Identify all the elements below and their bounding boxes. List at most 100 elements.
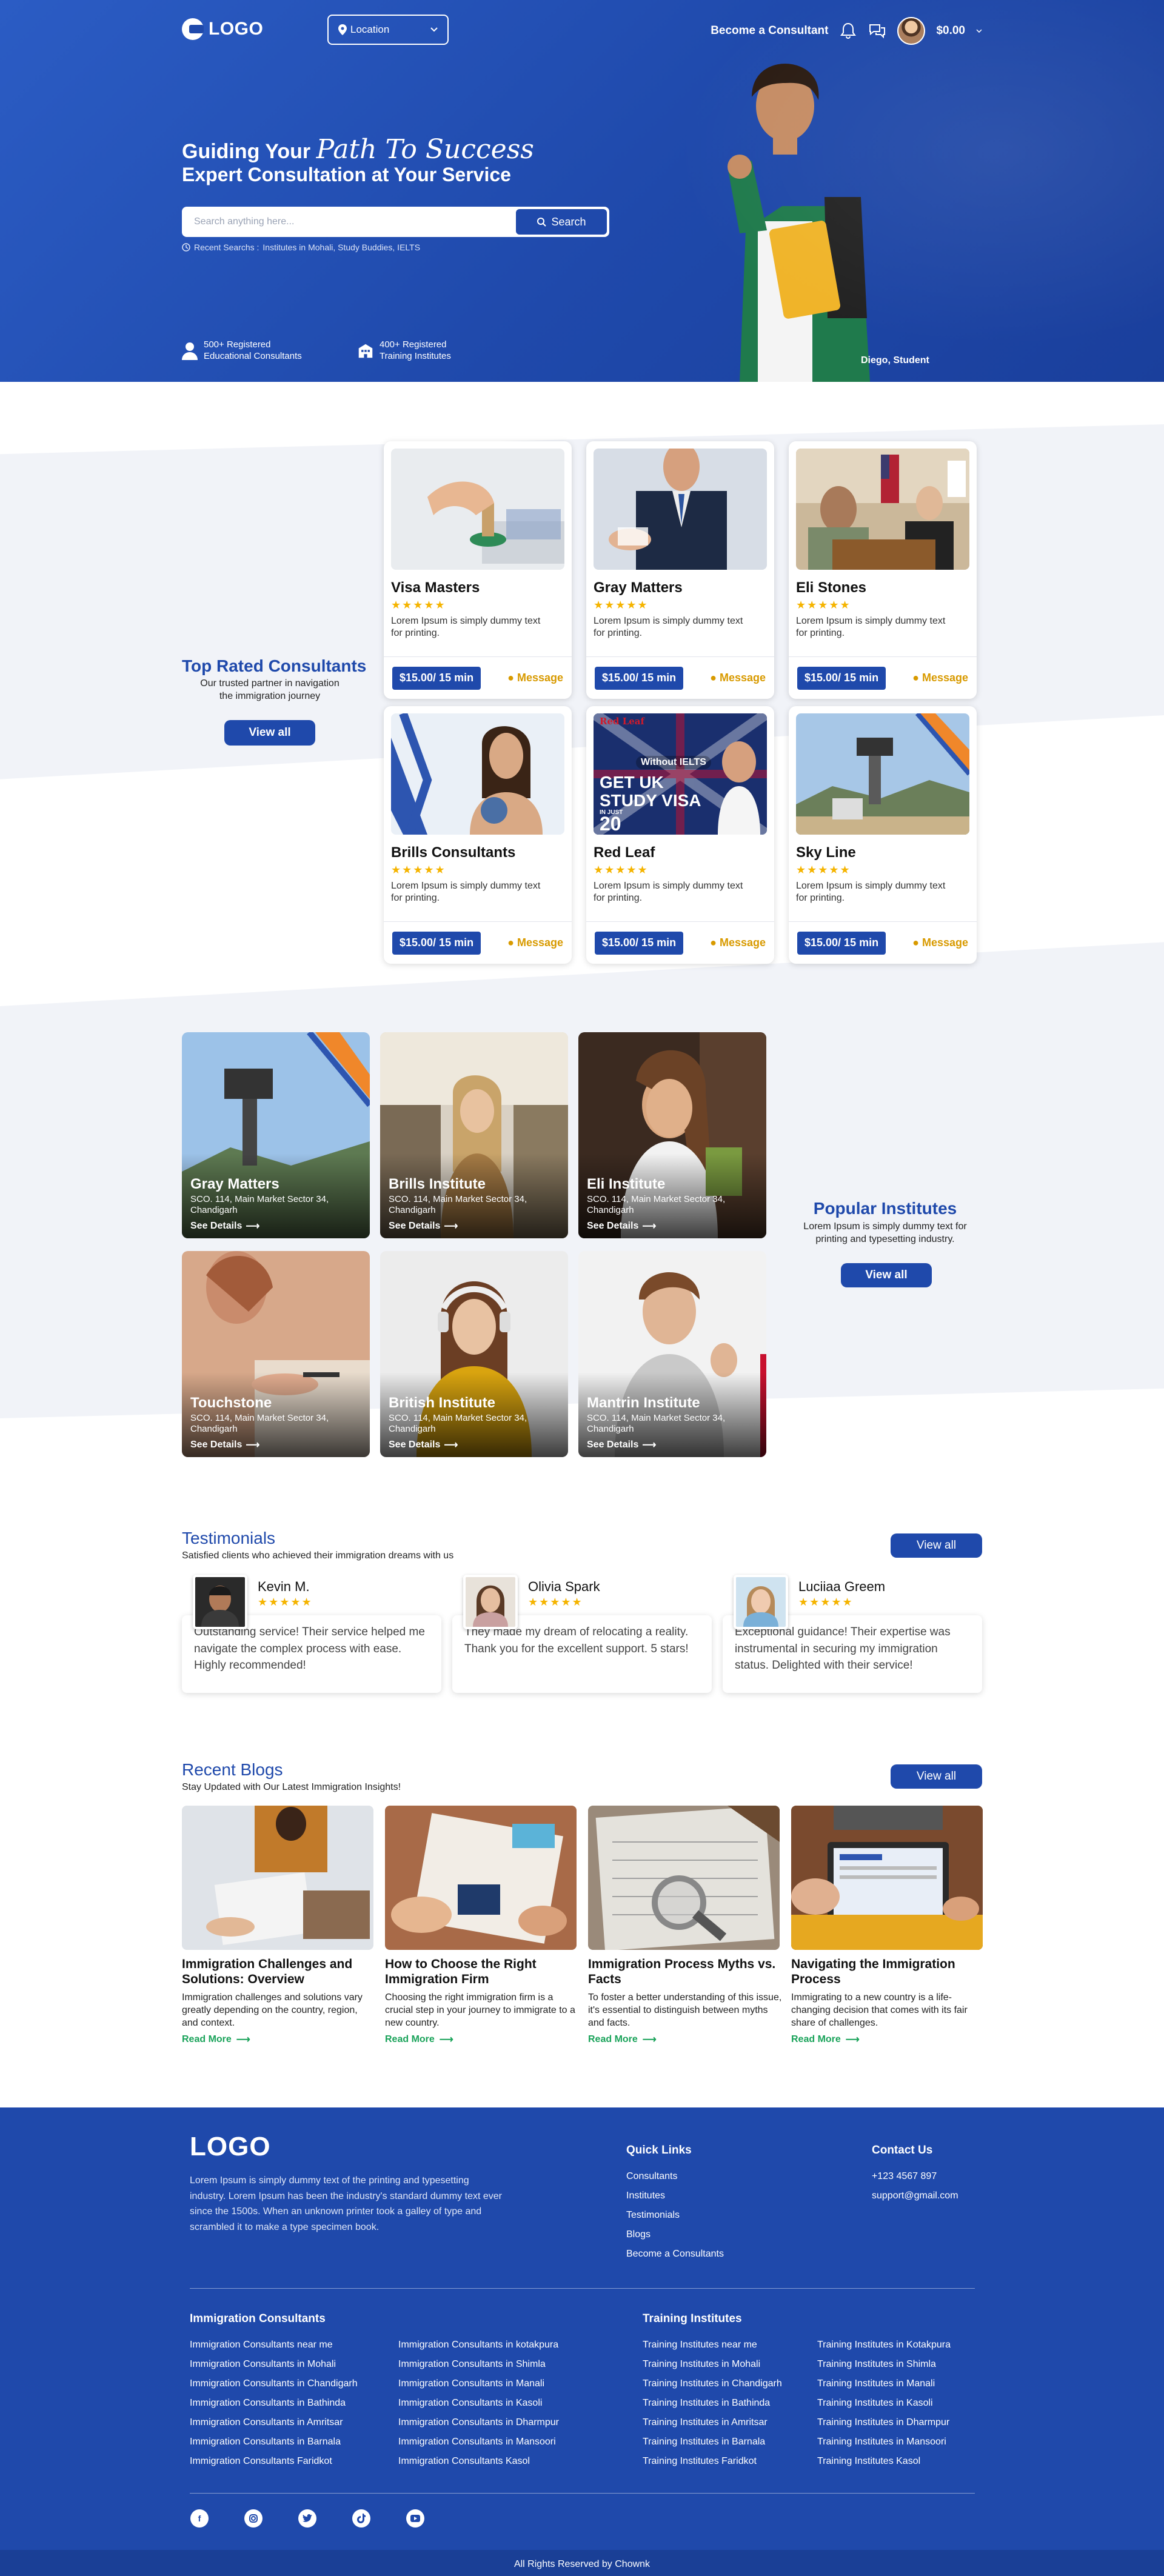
footer-link[interactable]: Immigration Consultants in Bathinda xyxy=(190,2394,358,2413)
search-button[interactable]: Search xyxy=(516,209,607,235)
bell-icon[interactable] xyxy=(839,22,857,40)
footer-link[interactable]: Training Institutes in Mohali xyxy=(643,2355,782,2374)
institute-card[interactable]: British Institute SCO. 114, Main Market … xyxy=(380,1251,568,1457)
see-details-link[interactable]: See Details ⟶ xyxy=(389,1220,558,1232)
footer-link[interactable]: Immigration Consultants in Kasoli xyxy=(398,2394,559,2413)
institute-card[interactable]: Gray Matters SCO. 114, Main Market Secto… xyxy=(182,1032,370,1238)
quick-link[interactable]: Consultants xyxy=(626,2167,724,2186)
price-button[interactable]: $15.00/ 15 min xyxy=(797,666,886,690)
footer-link[interactable]: Training Institutes in Shimla xyxy=(817,2355,951,2374)
read-more-link[interactable]: Read More ⟶ xyxy=(182,2034,250,2046)
see-details-link[interactable]: See Details ⟶ xyxy=(587,1220,757,1232)
twitter-icon[interactable] xyxy=(298,2509,316,2528)
read-more-link[interactable]: Read More ⟶ xyxy=(588,2034,657,2046)
institute-card[interactable]: Mantrin Institute SCO. 114, Main Market … xyxy=(578,1251,766,1457)
footer-link[interactable]: Immigration Consultants in Chandigarh xyxy=(190,2374,358,2394)
footer-link[interactable]: Immigration Consultants Faridkot xyxy=(190,2452,358,2471)
consultant-card[interactable]: Visa Masters ★★★★★ Lorem Ipsum is simply… xyxy=(384,441,572,699)
testimonials-view-all-button[interactable]: View all xyxy=(891,1533,982,1558)
footer-link[interactable]: Training Institutes in Chandigarh xyxy=(643,2374,782,2394)
consultant-card[interactable]: Sky Line ★★★★★ Lorem Ipsum is simply dum… xyxy=(789,706,977,964)
see-details-link[interactable]: See Details ⟶ xyxy=(190,1220,360,1232)
footer-link[interactable]: Immigration Consultants in Shimla xyxy=(398,2355,559,2374)
footer-link[interactable]: Training Institutes in Barnala xyxy=(643,2432,782,2452)
message-button[interactable]: ● Message xyxy=(912,672,968,684)
footer-link[interactable]: Training Institutes in Dharmpur xyxy=(817,2413,951,2432)
blogs-view-all-button[interactable]: View all xyxy=(891,1764,982,1789)
blog-image[interactable] xyxy=(182,1806,373,1950)
see-details-link[interactable]: See Details ⟶ xyxy=(389,1439,558,1451)
consultant-card[interactable]: Brills Consultants ★★★★★ Lorem Ipsum is … xyxy=(384,706,572,964)
avatar[interactable] xyxy=(897,17,926,45)
price-button[interactable]: $15.00/ 15 min xyxy=(595,666,684,690)
footer-link[interactable]: Training Institutes in Bathinda xyxy=(643,2394,782,2413)
footer-logo[interactable]: LOGO xyxy=(190,2132,271,2162)
footer-link[interactable]: Training Institutes Faridkot xyxy=(643,2452,782,2471)
institute-card[interactable]: Touchstone SCO. 114, Main Market Sector … xyxy=(182,1251,370,1457)
price-button[interactable]: $15.00/ 15 min xyxy=(595,931,684,955)
contact-phone[interactable]: +123 4567 897 xyxy=(872,2167,958,2186)
footer-link[interactable]: Training Institutes in Kasoli xyxy=(817,2394,951,2413)
price-button[interactable]: $15.00/ 15 min xyxy=(392,666,481,690)
footer-link[interactable]: Training Institutes near me xyxy=(643,2335,782,2355)
footer-link[interactable]: Immigration Consultants in Barnala xyxy=(190,2432,358,2452)
message-button[interactable]: ● Message xyxy=(710,936,766,949)
quick-link[interactable]: Testimonials xyxy=(626,2206,724,2225)
location-select[interactable]: Location xyxy=(327,15,449,45)
search-input[interactable] xyxy=(194,216,516,227)
message-button[interactable]: ● Message xyxy=(507,672,563,684)
footer-link[interactable]: Training Institutes Kasol xyxy=(817,2452,951,2471)
contact-email[interactable]: support@gmail.com xyxy=(872,2186,958,2206)
institute-card[interactable]: Eli Institute SCO. 114, Main Market Sect… xyxy=(578,1032,766,1238)
footer-link[interactable]: Training Institutes in Manali xyxy=(817,2374,951,2394)
quick-link[interactable]: Institutes xyxy=(626,2186,724,2206)
price-button[interactable]: $15.00/ 15 min xyxy=(392,931,481,955)
institute-card[interactable]: Brills Institute SCO. 114, Main Market S… xyxy=(380,1032,568,1238)
logo[interactable]: LOGO xyxy=(182,18,263,40)
see-details-link[interactable]: See Details ⟶ xyxy=(190,1439,360,1451)
consultant-card[interactable]: Gray Matters ★★★★★ Lorem Ipsum is simply… xyxy=(586,441,774,699)
quick-link[interactable]: Blogs xyxy=(626,2225,724,2244)
footer-link[interactable]: Training Institutes in Amritsar xyxy=(643,2413,782,2432)
facebook-icon[interactable]: f xyxy=(190,2509,209,2528)
recent-searches-items[interactable]: Institutes in Mohali, Study Buddies, IEL… xyxy=(263,242,420,252)
price-button[interactable]: $15.00/ 15 min xyxy=(797,931,886,955)
see-details-link[interactable]: See Details ⟶ xyxy=(587,1439,757,1451)
chat-icon[interactable] xyxy=(868,22,886,40)
wallet-balance[interactable]: $0.00 xyxy=(936,24,965,38)
read-more-link[interactable]: Read More ⟶ xyxy=(791,2034,860,2046)
instagram-icon[interactable] xyxy=(244,2509,263,2528)
become-consultant-link[interactable]: Become a Consultant xyxy=(711,24,828,38)
footer-link[interactable]: Immigration Consultants in Amritsar xyxy=(190,2413,358,2432)
chevron-down-icon[interactable] xyxy=(976,29,982,33)
footer-link[interactable]: Immigration Consultants Kasol xyxy=(398,2452,559,2471)
footer-link[interactable]: Immigration Consultants in Manali xyxy=(398,2374,559,2394)
footer-link[interactable]: Training Institutes in Kotakpura xyxy=(817,2335,951,2355)
consultant-card[interactable]: Red Leaf Without IELTS GET UK STUDY VISA… xyxy=(586,706,774,964)
blog-image[interactable] xyxy=(791,1806,983,1950)
message-button[interactable]: ● Message xyxy=(710,672,766,684)
youtube-icon[interactable] xyxy=(406,2509,424,2528)
blog-title[interactable]: Immigration Challenges and Solutions: Ov… xyxy=(182,1957,373,1987)
consultant-image xyxy=(796,713,969,835)
footer-link[interactable]: Immigration Consultants in Mohali xyxy=(190,2355,358,2374)
consultant-card[interactable]: Eli Stones ★★★★★ Lorem Ipsum is simply d… xyxy=(789,441,977,699)
blog-title[interactable]: Navigating the Immigration Process xyxy=(791,1957,983,1987)
consultants-view-all-button[interactable]: View all xyxy=(224,720,315,746)
footer-link[interactable]: Immigration Consultants in Mansoori xyxy=(398,2432,559,2452)
message-button[interactable]: ● Message xyxy=(912,936,968,949)
blog-image[interactable] xyxy=(385,1806,577,1950)
footer-link[interactable]: Immigration Consultants near me xyxy=(190,2335,358,2355)
footer-link[interactable]: Training Institutes in Mansoori xyxy=(817,2432,951,2452)
blog-title[interactable]: Immigration Process Myths vs. Facts xyxy=(588,1957,780,1987)
quick-link[interactable]: Become a Consultants xyxy=(626,2244,724,2264)
footer-link[interactable]: Immigration Consultants in Dharmpur xyxy=(398,2413,559,2432)
message-button[interactable]: ● Message xyxy=(507,936,563,949)
tiktok-icon[interactable] xyxy=(352,2509,370,2528)
blog-image[interactable] xyxy=(588,1806,780,1950)
institutes-view-all-button[interactable]: View all xyxy=(841,1263,932,1287)
blog-title[interactable]: How to Choose the Right Immigration Firm xyxy=(385,1957,577,1987)
footer-link[interactable]: Immigration Consultants in kotakpura xyxy=(398,2335,559,2355)
read-more-link[interactable]: Read More ⟶ xyxy=(385,2034,453,2046)
consultant-description: Lorem Ipsum is simply dummy text for pri… xyxy=(796,881,946,903)
